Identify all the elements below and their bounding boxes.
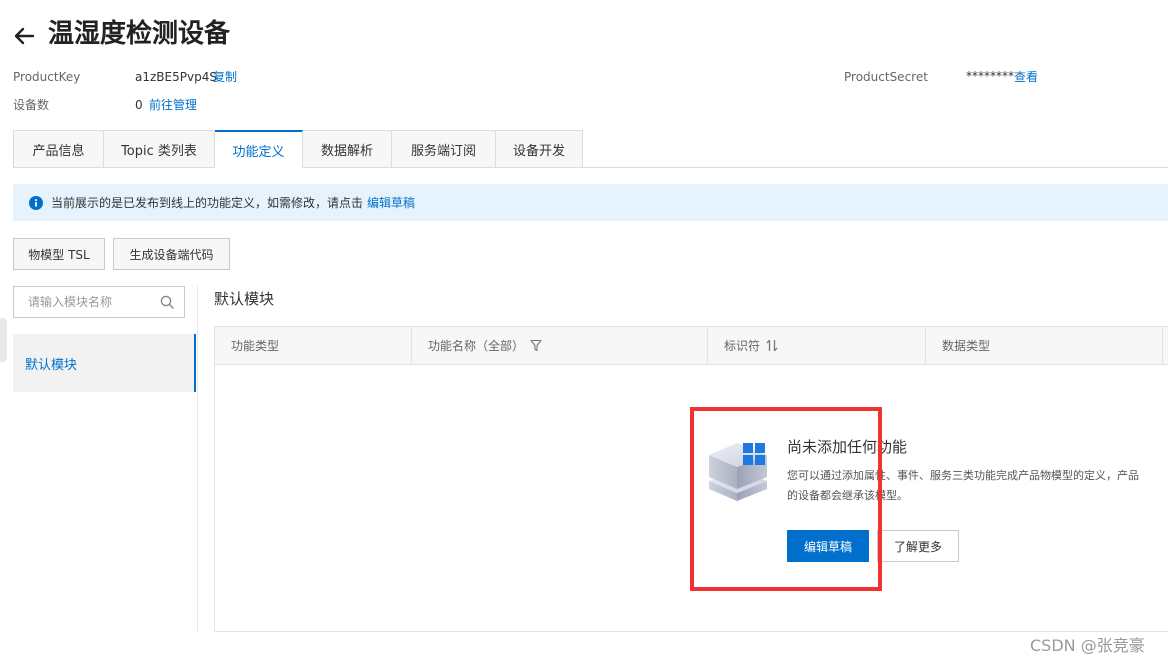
tab-topic-list[interactable]: Topic 类列表 — [104, 130, 215, 168]
column-data-type: 数据类型 — [926, 327, 1163, 364]
sidebar-item-default-module[interactable]: 默认模块 — [13, 334, 196, 392]
generate-device-code-button[interactable]: 生成设备端代码 — [113, 238, 230, 270]
sort-icon[interactable] — [766, 339, 778, 352]
learn-more-button[interactable]: 了解更多 — [877, 530, 959, 562]
page-title: 温湿度检测设备 — [48, 19, 231, 49]
module-search-box — [13, 286, 185, 318]
tab-product-info[interactable]: 产品信息 — [13, 130, 104, 168]
csdn-watermark: CSDN @张竞豪 — [1030, 636, 1145, 655]
banner-text: 当前展示的是已发布到线上的功能定义，如需修改，请点击 — [51, 196, 364, 210]
edit-draft-link[interactable]: 编辑草稿 — [367, 195, 415, 211]
device-count-value: 0 — [135, 98, 143, 112]
manage-devices-link[interactable]: 前往管理 — [149, 97, 197, 113]
column-label: 数据类型 — [942, 339, 991, 353]
search-icon[interactable] — [160, 295, 174, 309]
tsl-button[interactable]: 物模型 TSL — [13, 238, 105, 270]
product-secret-value: ******** — [966, 69, 1014, 83]
column-label: 功能类型 — [231, 339, 280, 353]
red-highlight-box — [690, 407, 882, 591]
column-label: 功能名称（全部） — [428, 339, 525, 353]
product-secret-label: ProductSecret — [844, 70, 928, 84]
product-key-value: a1zBE5Pvp4S — [135, 70, 217, 84]
tab-bar: 产品信息 Topic 类列表 功能定义 数据解析 服务端订阅 设备开发 — [13, 130, 583, 169]
column-function-type: 功能类型 — [215, 327, 412, 364]
device-count-label: 设备数 — [13, 98, 50, 112]
back-arrow-icon[interactable] — [12, 24, 36, 48]
sidebar-divider — [197, 286, 198, 632]
info-icon — [29, 195, 43, 210]
tab-device-development[interactable]: 设备开发 — [496, 130, 583, 168]
sidebar-collapse-handle[interactable] — [0, 318, 7, 362]
tab-server-subscription[interactable]: 服务端订阅 — [392, 130, 496, 168]
info-banner: 当前展示的是已发布到线上的功能定义，如需修改，请点击 编辑草稿 — [13, 184, 1168, 221]
column-identifier[interactable]: 标识符 — [708, 327, 926, 364]
column-function-name[interactable]: 功能名称（全部） — [412, 327, 708, 364]
product-key-label: ProductKey — [13, 70, 81, 84]
filter-icon[interactable] — [530, 339, 542, 352]
module-title: 默认模块 — [214, 290, 275, 308]
tab-function-definition[interactable]: 功能定义 — [215, 130, 303, 169]
tab-data-parsing[interactable]: 数据解析 — [303, 130, 392, 168]
module-search-input[interactable] — [28, 295, 148, 309]
table-header: 功能类型 功能名称（全部） 标识符 数据类型 — [215, 327, 1168, 365]
view-secret-link[interactable]: 查看 — [1014, 69, 1038, 85]
column-label: 标识符 — [724, 339, 761, 353]
copy-link[interactable]: 复制 — [213, 69, 237, 85]
